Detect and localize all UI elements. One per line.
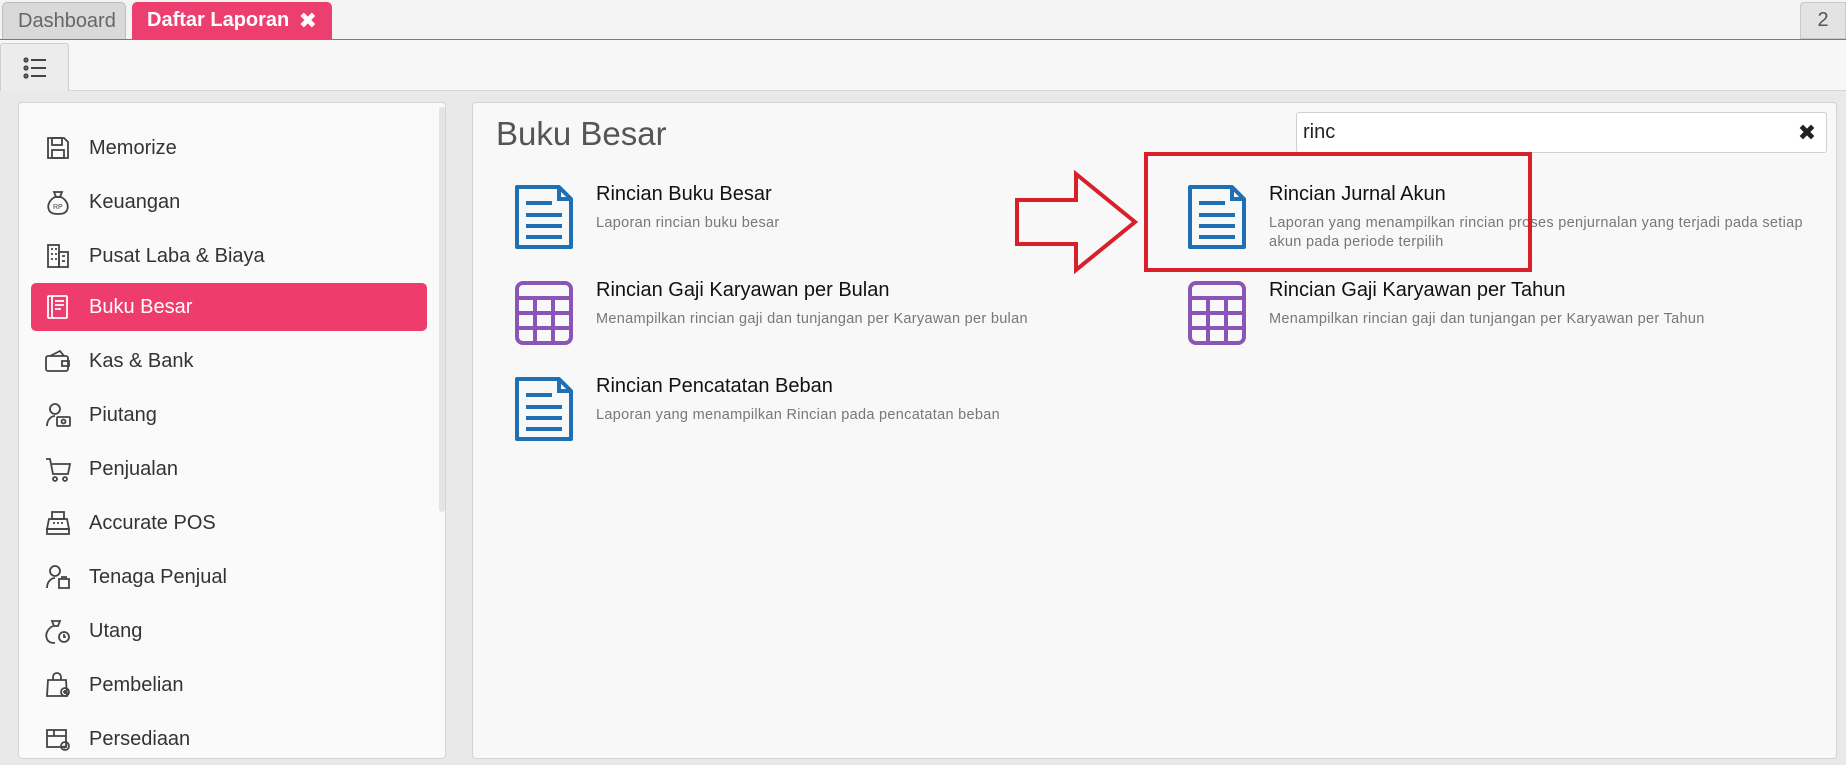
sidebar-item-pembelian[interactable]: Pembelian bbox=[31, 661, 427, 709]
report-title: Rincian Gaji Karyawan per Tahun bbox=[1269, 279, 1566, 301]
clear-search-icon[interactable]: ✖ bbox=[1795, 120, 1819, 145]
tab-dashboard[interactable]: Dashboard bbox=[2, 2, 126, 39]
save-icon bbox=[43, 133, 73, 163]
report-category-sidebar: Memorize RP Keuangan Pusat Laba & Biaya … bbox=[18, 102, 446, 759]
sidebar-item-pusat-laba-biaya[interactable]: Pusat Laba & Biaya bbox=[31, 232, 427, 280]
sidebar-item-label: Pusat Laba & Biaya bbox=[89, 244, 265, 267]
document-icon bbox=[515, 377, 573, 441]
money-bag-icon: RP bbox=[43, 187, 73, 217]
sidebar-item-utang[interactable]: Utang bbox=[31, 607, 427, 655]
tab-dashboard-label: Dashboard bbox=[18, 9, 116, 32]
svg-text:RP: RP bbox=[53, 204, 63, 211]
report-title: Rincian Pencatatan Beban bbox=[596, 375, 833, 397]
annotation-highlight-box bbox=[1144, 152, 1532, 272]
tab-daftar-laporan[interactable]: Daftar Laporan ✖ bbox=[132, 2, 332, 39]
sidebar-item-buku-besar[interactable]: Buku Besar bbox=[31, 283, 427, 331]
sidebar-item-label: Kas & Bank bbox=[89, 349, 194, 372]
sidebar-item-label: Tenaga Penjual bbox=[89, 565, 227, 588]
sidebar-item-label: Accurate POS bbox=[89, 511, 216, 534]
shopping-bag-icon bbox=[43, 670, 73, 700]
report-description: Menampilkan rincian gaji dan tunjangan p… bbox=[1269, 311, 1705, 327]
salesperson-icon bbox=[43, 562, 73, 592]
money-bag-clock-icon bbox=[43, 616, 73, 646]
sidebar-item-keuangan[interactable]: RP Keuangan bbox=[31, 178, 427, 226]
sidebar-item-label: Memorize bbox=[89, 136, 177, 159]
menu-toggle-button[interactable] bbox=[0, 43, 69, 91]
tab-bar: Dashboard Daftar Laporan ✖ 2 bbox=[0, 0, 1846, 40]
cart-icon bbox=[43, 454, 73, 484]
annotation-arrow bbox=[1015, 170, 1139, 274]
tab-daftar-laporan-label: Daftar Laporan bbox=[147, 9, 290, 31]
sidebar-item-label: Utang bbox=[89, 619, 143, 642]
table-grid-icon bbox=[1188, 281, 1246, 345]
page-title: Buku Besar bbox=[496, 115, 667, 152]
table-grid-icon bbox=[515, 281, 573, 345]
list-menu-icon bbox=[22, 56, 46, 79]
report-item-rincian-gaji-tahun[interactable]: Rincian Gaji Karyawan per Tahun Menampil… bbox=[1186, 279, 1826, 359]
sidebar-item-tenaga-penjual[interactable]: Tenaga Penjual bbox=[31, 553, 427, 601]
sidebar-item-kas-bank[interactable]: Kas & Bank bbox=[31, 337, 427, 385]
sidebar-item-piutang[interactable]: Piutang bbox=[31, 391, 427, 439]
report-item-rincian-pencatatan-beban[interactable]: Rincian Pencatatan Beban Laporan yang me… bbox=[513, 375, 1153, 455]
sidebar-item-label: Persediaan bbox=[89, 727, 191, 750]
tab-count-badge[interactable]: 2 bbox=[1800, 2, 1846, 39]
person-money-icon bbox=[43, 400, 73, 430]
cash-register-icon bbox=[43, 508, 73, 538]
report-description: Laporan yang menampilkan Rincian pada pe… bbox=[596, 407, 1000, 423]
report-title: Rincian Gaji Karyawan per Bulan bbox=[596, 279, 890, 301]
building-icon bbox=[43, 241, 73, 271]
report-title: Rincian Buku Besar bbox=[596, 183, 772, 205]
report-item-rincian-gaji-bulan[interactable]: Rincian Gaji Karyawan per Bulan Menampil… bbox=[513, 279, 1153, 359]
wallet-icon bbox=[43, 346, 73, 376]
sidebar-item-accurate-pos[interactable]: Accurate POS bbox=[31, 499, 427, 547]
sidebar-item-label: Buku Besar bbox=[89, 295, 193, 318]
sidebar-item-persediaan[interactable]: Persediaan bbox=[31, 715, 427, 758]
sidebar-item-label: Penjualan bbox=[89, 457, 178, 480]
search-input[interactable] bbox=[1296, 112, 1827, 153]
ledger-book-icon bbox=[43, 292, 73, 322]
document-icon bbox=[515, 185, 573, 249]
sidebar-item-label: Keuangan bbox=[89, 190, 181, 213]
sidebar-item-memorize[interactable]: Memorize bbox=[31, 124, 427, 172]
report-description: Menampilkan rincian gaji dan tunjangan p… bbox=[596, 311, 1028, 327]
sidebar-scrollbar[interactable] bbox=[439, 107, 445, 512]
sidebar-item-penjualan[interactable]: Penjualan bbox=[31, 445, 427, 493]
sidebar-item-label: Piutang bbox=[89, 403, 157, 426]
toolbar bbox=[0, 40, 1846, 91]
sidebar-item-label: Pembelian bbox=[89, 673, 184, 696]
close-icon[interactable]: ✖ bbox=[299, 9, 317, 32]
inventory-box-icon bbox=[43, 724, 73, 754]
